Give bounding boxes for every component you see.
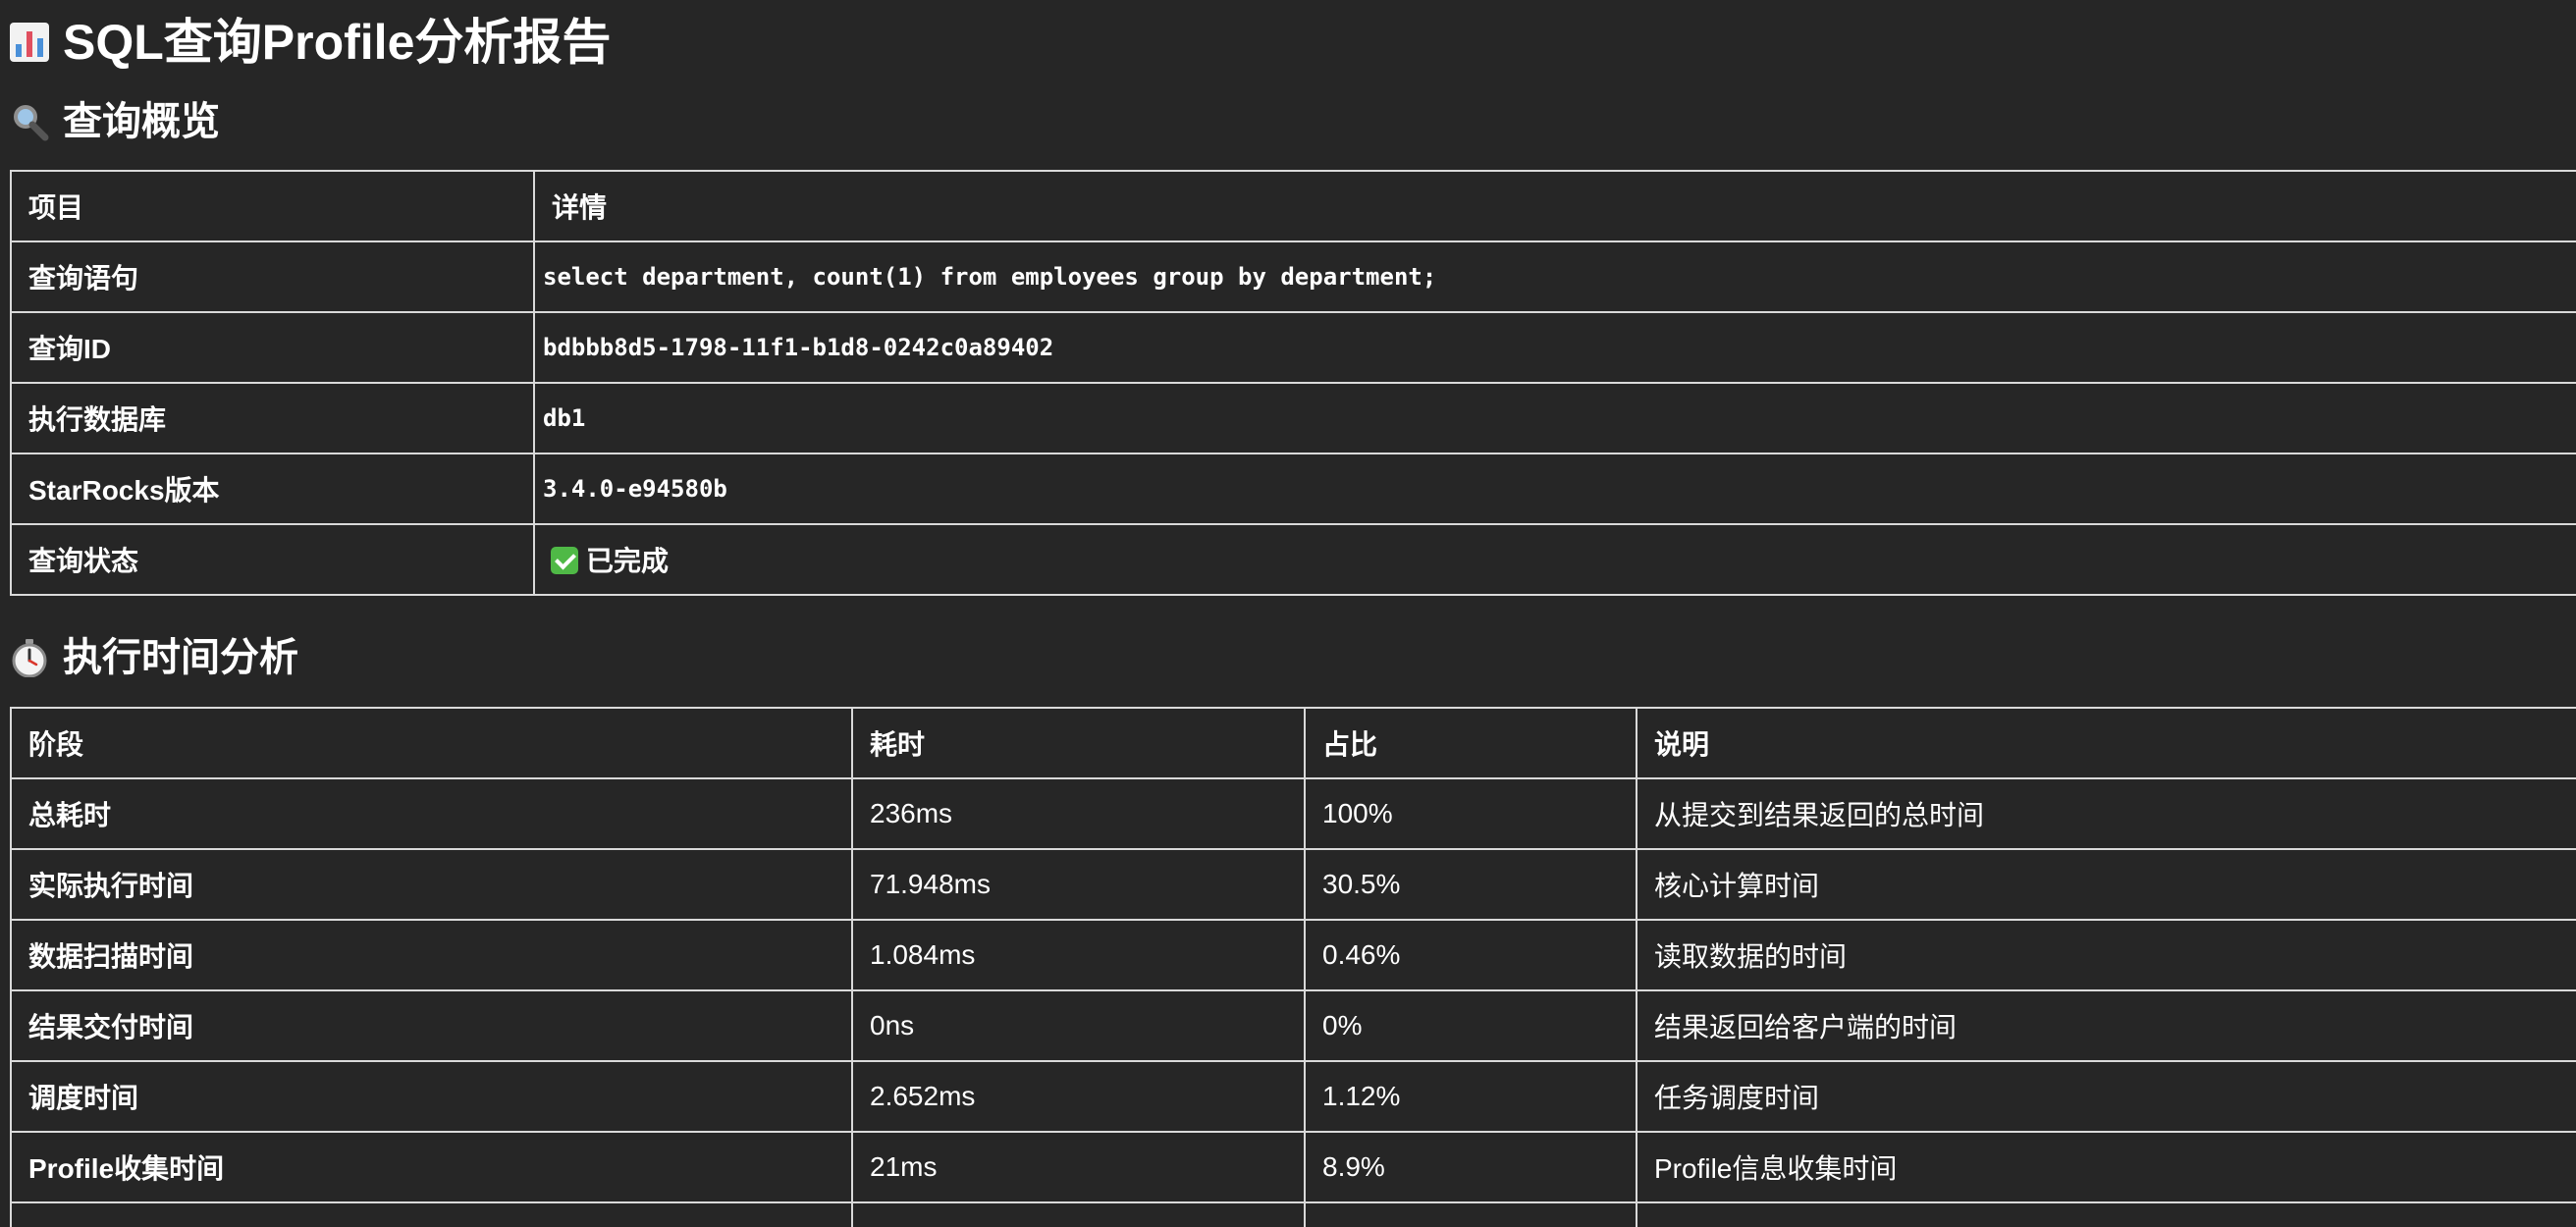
stage-cell (10, 1201, 853, 1227)
timing-heading-block: 执行时间分析 (10, 631, 298, 684)
column-header-ratio: 占比 (1304, 707, 1637, 779)
overview-heading-block: 查询概览 (10, 95, 220, 148)
page-title: SQL查询Profile分析报告 (63, 15, 612, 70)
column-header-stage: 阶段 (10, 707, 853, 779)
stage-cell: 总耗时 (10, 777, 853, 850)
timing-heading: 执行时间分析 (63, 636, 298, 679)
time-cell: 2.652ms (851, 1060, 1306, 1133)
check-mark-icon (551, 547, 578, 574)
table-row: Profile收集时间 21ms 8.9% Profile信息收集时间 (10, 1131, 2576, 1203)
description-cell: 从提交到结果返回的总时间 (1636, 777, 2576, 850)
table-row: 总耗时 236ms 100% 从提交到结果返回的总时间 (10, 777, 2576, 850)
stopwatch-icon (10, 638, 49, 677)
stage-cell: 调度时间 (10, 1060, 853, 1133)
description-cell (1636, 1201, 2576, 1227)
table-header-row: 项目 详情 (10, 170, 2576, 242)
column-header-description: 说明 (1636, 707, 2576, 779)
status-value: 已完成 (586, 546, 670, 576)
table-row: 结果交付时间 0ns 0% 结果返回给客户端的时间 (10, 989, 2576, 1062)
table-row: 执行数据库 db1 (10, 382, 2576, 454)
stage-cell: 结果交付时间 (10, 989, 853, 1062)
magnifier-icon (10, 102, 49, 141)
row-label: 查询语句 (10, 240, 535, 313)
time-cell: 71.948ms (851, 848, 1306, 921)
status-value-cell: 已完成 (533, 523, 2576, 596)
table-row: 调度时间 2.652ms 1.12% 任务调度时间 (10, 1060, 2576, 1133)
overview-heading: 查询概览 (63, 100, 220, 143)
page-title-block: SQL查询Profile分析报告 (10, 10, 611, 75)
ratio-cell: 100% (1304, 777, 1637, 850)
query-statement-value: select department, count(1) from employe… (533, 240, 2576, 313)
table-row: StarRocks版本 3.4.0-e94580b (10, 453, 2576, 525)
description-cell: 核心计算时间 (1636, 848, 2576, 921)
table-row: 实际执行时间 71.948ms 30.5% 核心计算时间 (10, 848, 2576, 921)
table-row: 查询语句 select department, count(1) from em… (10, 240, 2576, 313)
time-cell (851, 1201, 1306, 1227)
row-label: 查询状态 (10, 523, 535, 596)
row-label: StarRocks版本 (10, 453, 535, 525)
description-cell: 结果返回给客户端的时间 (1636, 989, 2576, 1062)
time-cell: 236ms (851, 777, 1306, 850)
database-value: db1 (533, 382, 2576, 454)
description-cell: 任务调度时间 (1636, 1060, 2576, 1133)
query-id-value: bdbbb8d5-1798-11f1-b1d8-0242c0a89402 (533, 311, 2576, 384)
table-row: 数据扫描时间 1.084ms 0.46% 读取数据的时间 (10, 919, 2576, 991)
column-header-detail: 详情 (533, 170, 2576, 242)
table-row: 查询状态 已完成 (10, 523, 2576, 596)
ratio-cell: 0% (1304, 989, 1637, 1062)
description-cell: Profile信息收集时间 (1636, 1131, 2576, 1203)
report-page: SQL查询Profile分析报告 查询概览 项目 详情 查询语句 select … (0, 0, 2576, 1227)
column-header-item: 项目 (10, 170, 535, 242)
ratio-cell: 0.46% (1304, 919, 1637, 991)
stage-cell: 实际执行时间 (10, 848, 853, 921)
column-header-time: 耗时 (851, 707, 1306, 779)
description-cell: 读取数据的时间 (1636, 919, 2576, 991)
overview-table: 项目 详情 查询语句 select department, count(1) f… (10, 170, 2576, 596)
ratio-cell: 1.12% (1304, 1060, 1637, 1133)
version-value: 3.4.0-e94580b (533, 453, 2576, 525)
table-row-partial (10, 1201, 2576, 1227)
table-header-row: 阶段 耗时 占比 说明 (10, 707, 2576, 779)
bar-chart-icon (10, 23, 49, 62)
row-label: 查询ID (10, 311, 535, 384)
table-row: 查询ID bdbbb8d5-1798-11f1-b1d8-0242c0a8940… (10, 311, 2576, 384)
timing-table: 阶段 耗时 占比 说明 总耗时 236ms 100% 从提交到结果返回的总时间 … (10, 707, 2576, 1227)
stage-cell: 数据扫描时间 (10, 919, 853, 991)
row-label: 执行数据库 (10, 382, 535, 454)
time-cell: 1.084ms (851, 919, 1306, 991)
stage-cell: Profile收集时间 (10, 1131, 853, 1203)
ratio-cell: 30.5% (1304, 848, 1637, 921)
ratio-cell (1304, 1201, 1637, 1227)
time-cell: 21ms (851, 1131, 1306, 1203)
time-cell: 0ns (851, 989, 1306, 1062)
ratio-cell: 8.9% (1304, 1131, 1637, 1203)
